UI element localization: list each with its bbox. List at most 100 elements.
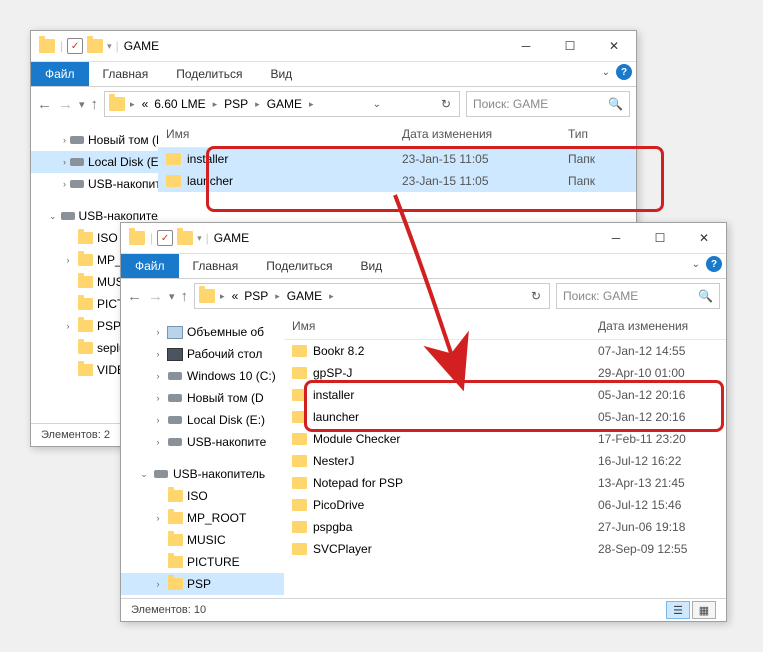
chevron-right-icon[interactable]: ▸ [217, 291, 228, 302]
qat-folder-icon[interactable] [87, 39, 103, 53]
expand-caret-icon[interactable]: › [63, 255, 73, 265]
tree-item[interactable] [31, 195, 158, 205]
maximize-button[interactable]: ☐ [638, 223, 682, 253]
address-bar[interactable]: ▸ « 6.60 LME ▸ PSP ▸ GAME ▸ ⌄ ↻ [104, 91, 460, 117]
back-button[interactable]: ← [37, 96, 52, 113]
address-bar[interactable]: ▸ « PSP ▸ GAME ▸ ⌄ ↻ [194, 283, 550, 309]
tree-item[interactable]: ›Рабочий стол [121, 343, 284, 365]
tab-view[interactable]: Вид [256, 62, 306, 86]
chevron-right-icon[interactable]: ▸ [252, 99, 263, 110]
tree-item[interactable]: ›PSP [121, 573, 284, 595]
tab-home[interactable]: Главная [89, 62, 163, 86]
breadcrumb-prefix[interactable]: « [230, 289, 241, 303]
table-row[interactable]: Module Checker17-Feb-11 23:20 [284, 428, 726, 450]
dropdown-icon[interactable]: ⌄ [424, 291, 440, 302]
tree-item[interactable] [121, 453, 284, 463]
tree-item[interactable]: ›Local Disk (E:) [31, 151, 158, 173]
tree-item[interactable]: ›Windows 10 (C:) [121, 365, 284, 387]
icons-view-button[interactable]: ▦ [692, 601, 716, 619]
tree-item[interactable]: ›Новый том (D [121, 387, 284, 409]
refresh-icon[interactable]: ↻ [527, 289, 545, 303]
search-input[interactable]: Поиск: GAME 🔍 [466, 91, 630, 117]
breadcrumb-item[interactable]: GAME [265, 97, 304, 111]
expand-caret-icon[interactable]: › [63, 157, 66, 167]
expand-caret-icon[interactable]: › [153, 437, 163, 447]
tree-item[interactable]: MUSIC [121, 529, 284, 551]
up-button[interactable]: ↑ [91, 96, 99, 113]
refresh-icon[interactable]: ↻ [437, 97, 455, 111]
expand-ribbon-icon[interactable]: ⌄ [602, 67, 610, 78]
qat-checkbox-icon[interactable]: ✓ [67, 38, 83, 54]
titlebar[interactable]: | ✓ ▾ | GAME ─ ☐ ✕ [121, 223, 726, 254]
tab-share[interactable]: Поделиться [252, 254, 346, 278]
search-input[interactable]: Поиск: GAME 🔍 [556, 283, 720, 309]
table-row[interactable]: NesterJ16-Jul-12 16:22 [284, 450, 726, 472]
expand-caret-icon[interactable]: › [153, 415, 163, 425]
dropdown-icon[interactable]: ⌄ [369, 99, 385, 110]
table-row[interactable]: launcher23-Jan-15 11:05Папк [158, 170, 636, 192]
column-type[interactable]: Тип [560, 127, 636, 141]
table-row[interactable]: PicoDrive06-Jul-12 15:46 [284, 494, 726, 516]
table-row[interactable]: launcher05-Jan-12 20:16 [284, 406, 726, 428]
expand-caret-icon[interactable]: › [153, 579, 163, 589]
chevron-right-icon[interactable]: ▸ [210, 99, 221, 110]
table-row[interactable]: gpSP-J29-Apr-10 01:00 [284, 362, 726, 384]
expand-caret-icon[interactable]: › [153, 513, 163, 523]
chevron-right-icon[interactable]: ▸ [127, 99, 138, 110]
details-view-button[interactable]: ☰ [666, 601, 690, 619]
tab-file[interactable]: Файл [31, 62, 89, 86]
titlebar[interactable]: | ✓ ▾ | GAME ─ ☐ ✕ [31, 31, 636, 62]
tree-item[interactable]: ›Объемные об [121, 321, 284, 343]
expand-ribbon-icon[interactable]: ⌄ [692, 259, 700, 270]
qat-folder-icon[interactable] [177, 231, 193, 245]
expand-caret-icon[interactable]: › [153, 349, 163, 359]
qat-checkbox-icon[interactable]: ✓ [157, 230, 173, 246]
explorer-window-destination[interactable]: | ✓ ▾ | GAME ─ ☐ ✕ Файл Главная Поделить… [120, 222, 727, 622]
close-button[interactable]: ✕ [682, 223, 726, 253]
help-icon[interactable]: ? [616, 64, 632, 80]
column-date[interactable]: Дата изменения [394, 127, 560, 141]
expand-caret-icon[interactable]: › [63, 135, 66, 145]
history-dropdown-icon[interactable]: ▾ [79, 98, 85, 111]
chevron-right-icon[interactable]: ▸ [272, 291, 283, 302]
forward-button[interactable]: → [58, 96, 73, 113]
tree-item[interactable]: ›Local Disk (E:) [121, 409, 284, 431]
expand-caret-icon[interactable]: › [153, 371, 163, 381]
table-row[interactable]: SVCPlayer28-Sep-09 12:55 [284, 538, 726, 560]
breadcrumb-item[interactable]: 6.60 LME [152, 97, 207, 111]
qat-dropdown-icon[interactable]: ▾ [107, 41, 112, 52]
chevron-right-icon[interactable]: ▸ [306, 99, 317, 110]
expand-caret-icon[interactable]: ⌄ [139, 469, 149, 480]
table-row[interactable]: pspgba27-Jun-06 19:18 [284, 516, 726, 538]
search-icon[interactable]: 🔍 [608, 97, 623, 111]
up-button[interactable]: ↑ [181, 288, 189, 305]
tree-item[interactable]: ⌄USB-накопитель [121, 463, 284, 485]
tab-view[interactable]: Вид [346, 254, 396, 278]
table-row[interactable]: installer23-Jan-15 11:05Папк [158, 148, 636, 170]
tab-home[interactable]: Главная [179, 254, 253, 278]
chevron-right-icon[interactable]: ▸ [326, 291, 337, 302]
tab-share[interactable]: Поделиться [162, 62, 256, 86]
tab-file[interactable]: Файл [121, 254, 179, 278]
close-button[interactable]: ✕ [592, 31, 636, 61]
expand-caret-icon[interactable]: › [153, 393, 163, 403]
column-date[interactable]: Дата изменения [590, 319, 726, 333]
expand-caret-icon[interactable]: › [63, 321, 73, 331]
minimize-button[interactable]: ─ [504, 31, 548, 61]
back-button[interactable]: ← [127, 288, 142, 305]
search-icon[interactable]: 🔍 [698, 289, 713, 303]
breadcrumb-item[interactable]: PSP [222, 97, 250, 111]
tree-item[interactable]: PICTURE [121, 551, 284, 573]
table-row[interactable]: Notepad for PSP13-Apr-13 21:45 [284, 472, 726, 494]
column-name[interactable]: Имя [284, 319, 590, 333]
tree-item[interactable]: ›Новый том (D:) [31, 129, 158, 151]
column-headers[interactable]: Имя Дата изменения [284, 313, 726, 340]
forward-button[interactable]: → [148, 288, 163, 305]
breadcrumb-prefix[interactable]: « [140, 97, 151, 111]
tree-item[interactable]: ›USB-накопите [121, 431, 284, 453]
breadcrumb-item[interactable]: PSP [242, 289, 270, 303]
minimize-button[interactable]: ─ [594, 223, 638, 253]
expand-caret-icon[interactable]: › [153, 327, 163, 337]
help-icon[interactable]: ? [706, 256, 722, 272]
history-dropdown-icon[interactable]: ▾ [169, 290, 175, 303]
